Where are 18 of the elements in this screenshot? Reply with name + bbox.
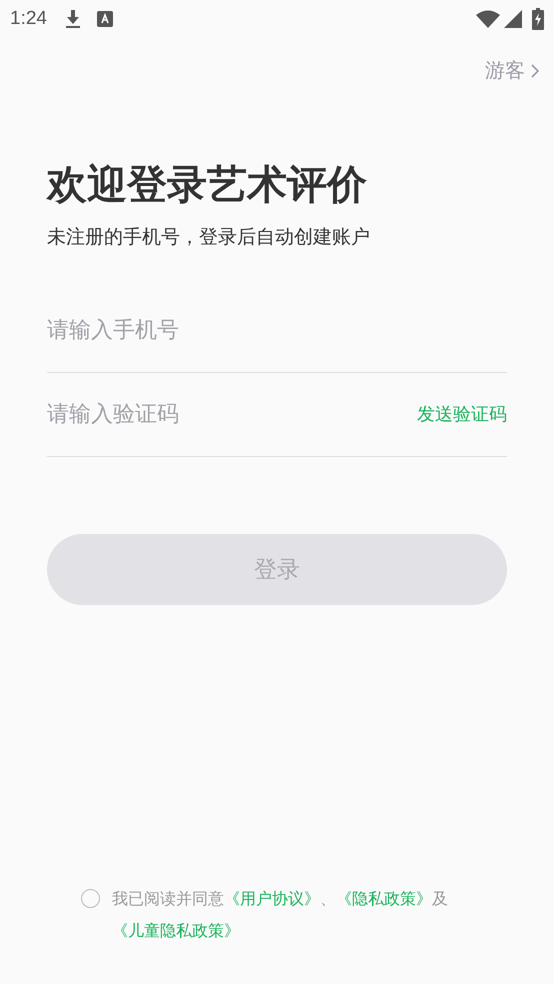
battery-icon [532,8,544,30]
phone-field[interactable]: 请输入手机号 [47,288,507,372]
agreement-link[interactable]: 《儿童隐私政策》 [112,923,240,940]
agreement-link[interactable]: 《用户协议》 [224,891,320,908]
subtitle: 未注册的手机号，登录后自动创建账户 [47,226,371,250]
code-field[interactable]: 请输入验证码 发送验证码 [47,372,507,456]
keyboard-a-icon [96,11,113,27]
agreement-text: 我已阅读并同意《用户协议》、《隐私政策》及 《儿童隐私政策》 [112,890,449,942]
download-icon [64,9,81,29]
status-time: 1:24 [10,6,47,31]
chevron-right-icon [531,64,540,78]
wifi-icon [476,10,500,28]
agreement-link[interactable]: 《隐私政策》 [336,891,432,908]
page-title: 欢迎登录艺术评价 [47,162,368,209]
agreement-checkbox[interactable] [81,889,100,908]
guest-link[interactable]: 游客 [485,56,540,86]
send-code-button[interactable]: 发送验证码 [417,400,507,428]
signal-icon [504,10,522,28]
